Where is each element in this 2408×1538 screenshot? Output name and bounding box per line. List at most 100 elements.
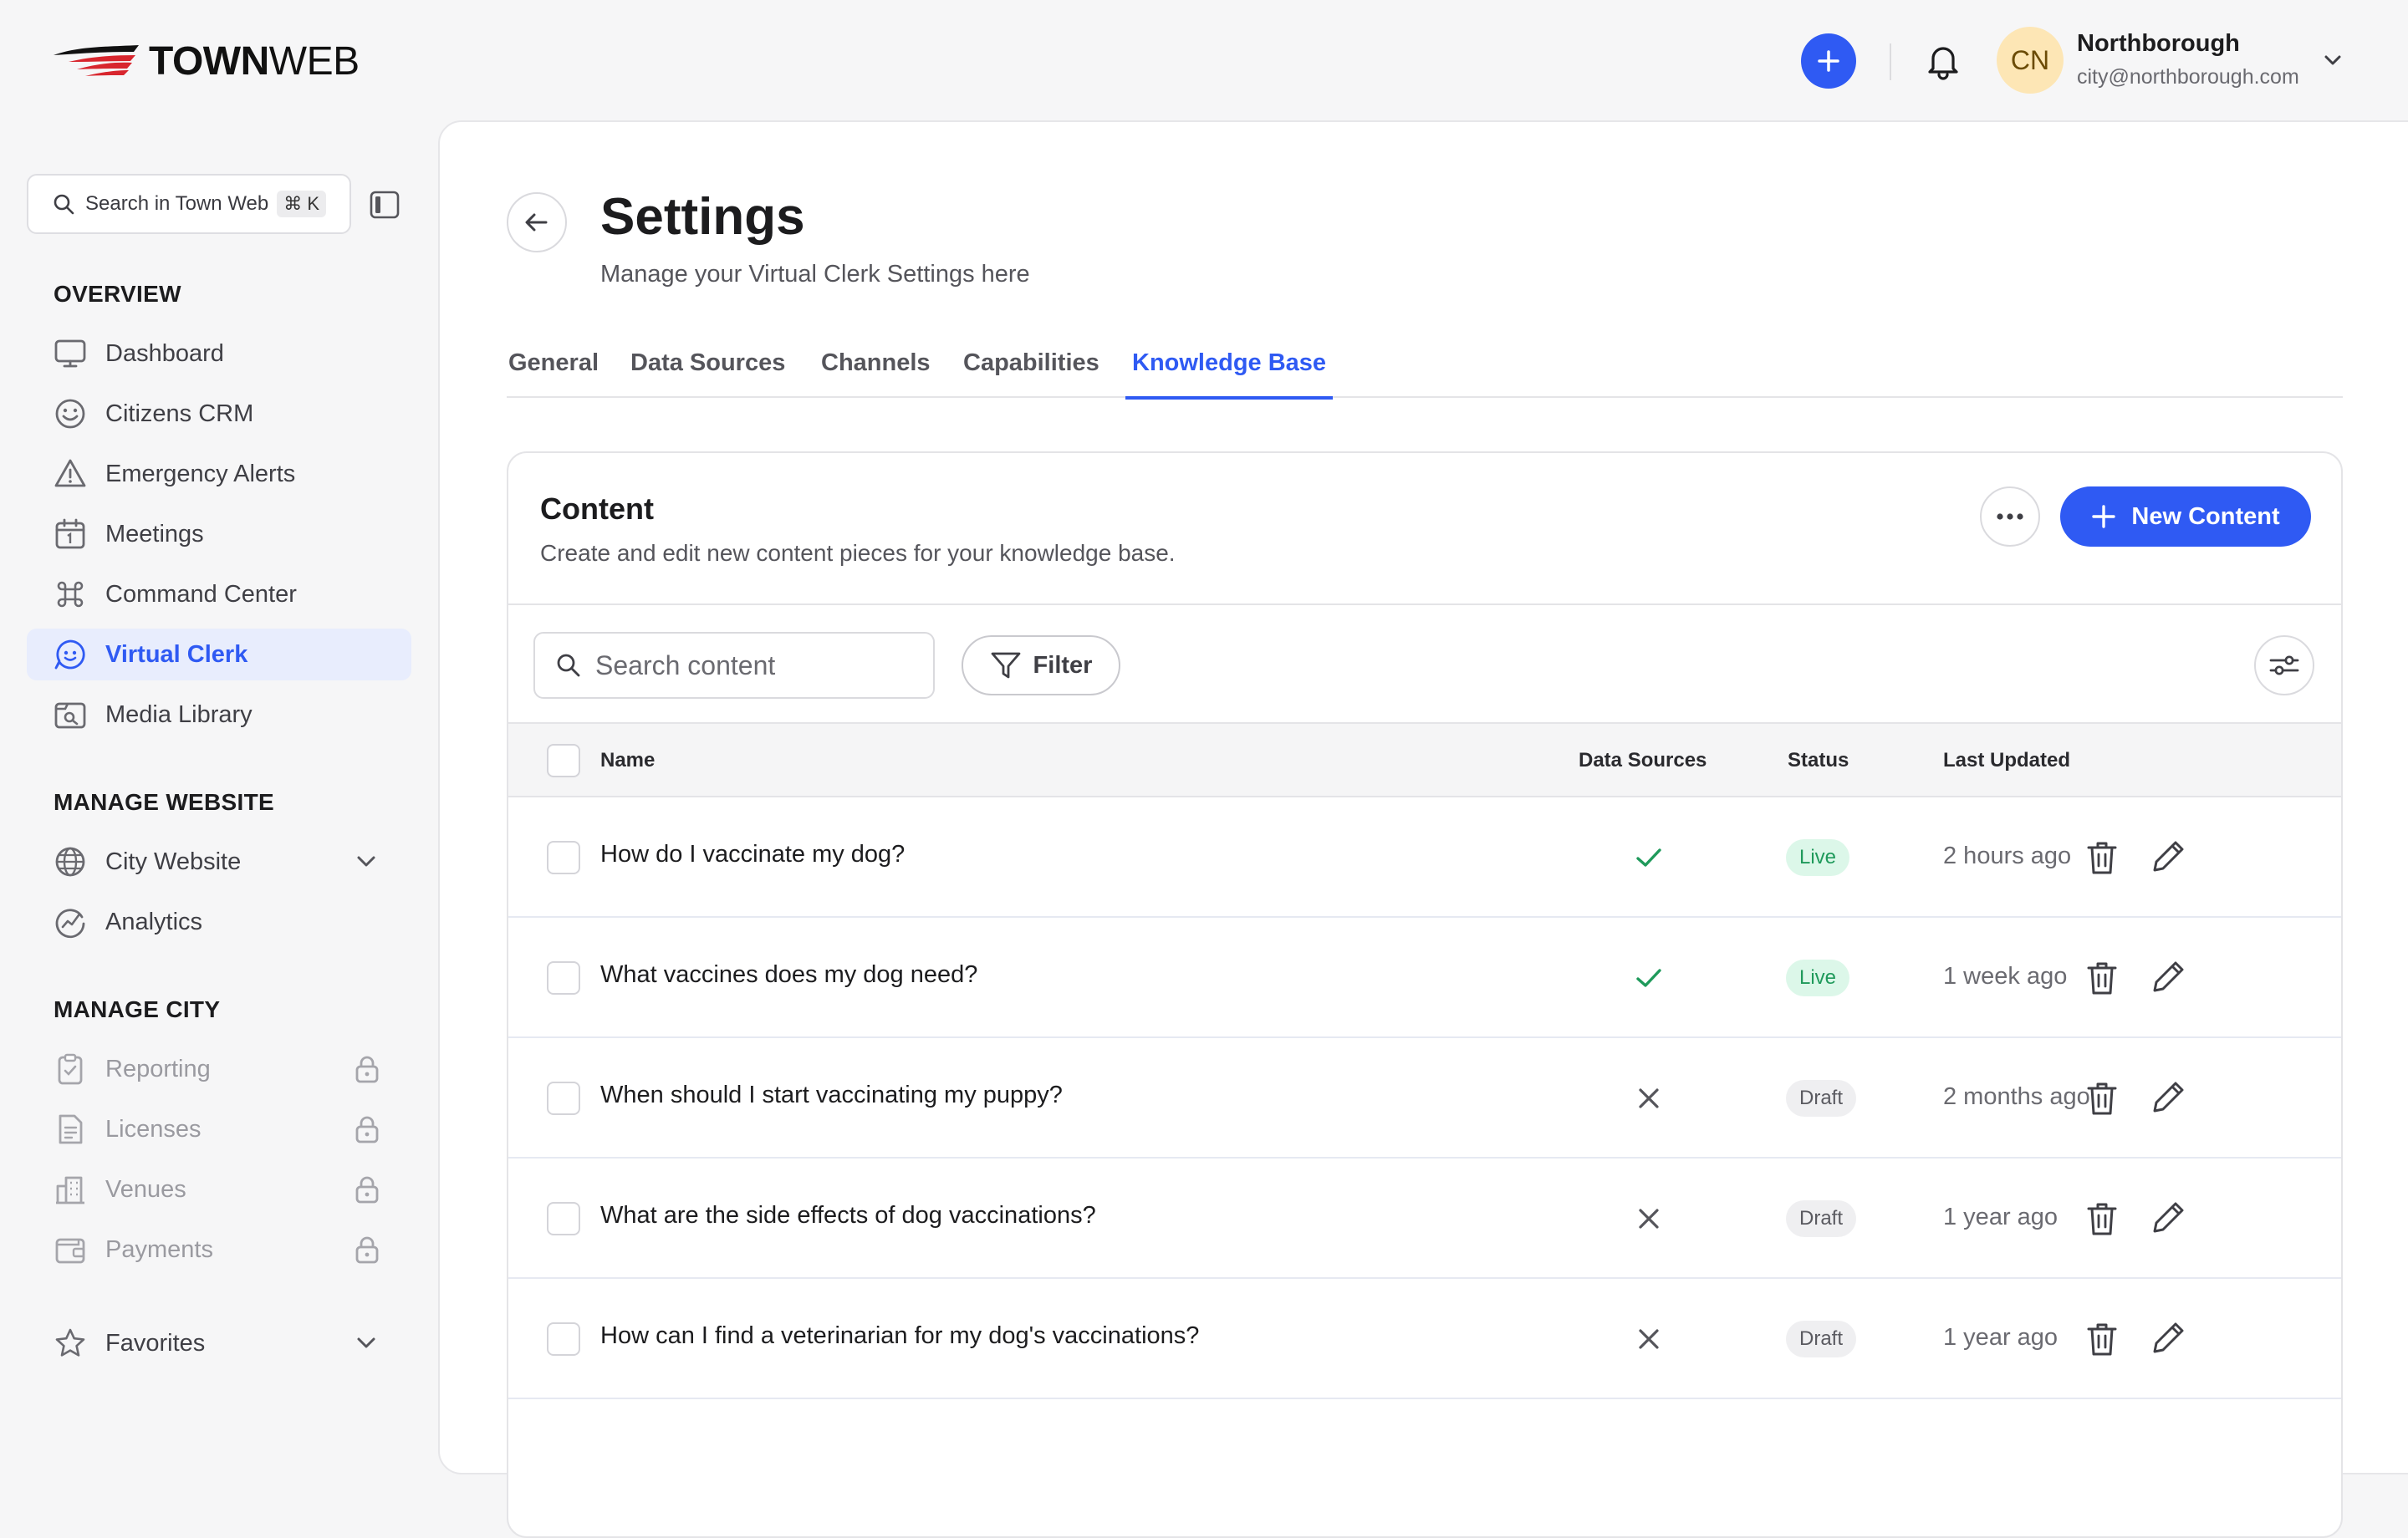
filter-button[interactable]: Filter <box>962 635 1120 695</box>
row-updated: 1 year ago <box>1943 1204 2059 1230</box>
row-checkbox[interactable] <box>547 1202 580 1235</box>
tab-capabilities[interactable]: Capabilities <box>963 344 1099 398</box>
collapse-sidebar-button[interactable] <box>370 191 400 219</box>
sidebar-item-label: Meetings <box>105 520 204 547</box>
row-name[interactable]: What vaccines does my dog need? <box>600 961 977 989</box>
table-row[interactable]: How do I vaccinate my dog? Live 2 hours … <box>508 797 2341 918</box>
notifications-button[interactable] <box>1923 40 1963 80</box>
clipboard-check-icon <box>54 1052 87 1086</box>
row-checkbox[interactable] <box>547 961 580 995</box>
pencil-icon[interactable] <box>2150 1319 2187 1356</box>
row-updated: 2 months ago <box>1943 1083 2090 1110</box>
new-content-label: New Content <box>2131 502 2280 530</box>
content-search[interactable] <box>533 632 935 699</box>
sidebar-item-meetings[interactable]: Meetings <box>27 508 411 560</box>
row-name[interactable]: When should I start vaccinating my puppy… <box>600 1082 1063 1109</box>
sidebar-item-city-website[interactable]: City Website <box>27 836 411 888</box>
search-shortcut: ⌘ K <box>277 191 327 217</box>
page-title: Settings <box>600 188 805 246</box>
sidebar-item-venues[interactable]: Venues <box>27 1164 411 1215</box>
row-name[interactable]: How can I find a veterinarian for my dog… <box>600 1322 1199 1350</box>
org-name[interactable]: Northborough <box>2077 30 2240 58</box>
row-name[interactable]: What are the side effects of dog vaccina… <box>600 1202 1096 1230</box>
table-row[interactable]: What are the side effects of dog vaccina… <box>508 1159 2341 1279</box>
arrow-left-icon <box>523 208 551 237</box>
sidebar-item-favorites[interactable]: Favorites <box>27 1317 411 1369</box>
check-icon <box>1634 843 1664 873</box>
trash-icon[interactable] <box>2085 960 2119 996</box>
select-all-checkbox[interactable] <box>547 744 580 777</box>
tab-knowledge-base[interactable]: Knowledge Base <box>1125 344 1334 400</box>
sidebar-item-label: Licenses <box>105 1115 202 1143</box>
back-button[interactable] <box>507 192 567 252</box>
sidebar-item-label: Virtual Clerk <box>105 640 248 668</box>
sidebar-item-label: Emergency Alerts <box>105 460 296 487</box>
wallet-icon <box>54 1233 87 1266</box>
sidebar-item-virtual-clerk[interactable]: Virtual Clerk <box>27 629 411 680</box>
row-checkbox[interactable] <box>547 1322 580 1356</box>
quick-add-button[interactable] <box>1801 33 1856 89</box>
column-settings-button[interactable] <box>2254 635 2314 695</box>
sidebar-search-placeholder: Search in Town Web <box>85 192 269 215</box>
more-horizontal-icon <box>1996 512 2024 521</box>
x-icon <box>1634 1324 1664 1354</box>
column-data-sources[interactable]: Data Sources <box>1579 749 1707 772</box>
content-title: Content <box>540 491 654 526</box>
status-badge: Draft <box>1786 1080 1857 1117</box>
pencil-icon[interactable] <box>2150 838 2187 874</box>
chevron-down-icon <box>2321 48 2344 72</box>
sidebar-item-dashboard[interactable]: Dashboard <box>27 328 411 379</box>
table-row[interactable]: How can I find a veterinarian for my dog… <box>508 1279 2341 1399</box>
avatar[interactable]: CN <box>1997 27 2064 94</box>
row-checkbox[interactable] <box>547 1082 580 1115</box>
new-content-button[interactable]: New Content <box>2060 486 2311 547</box>
sidebar-item-analytics[interactable]: Analytics <box>27 896 411 948</box>
row-updated: 2 hours ago <box>1943 843 2072 869</box>
row-updated: 1 year ago <box>1943 1324 2059 1351</box>
tab-data-sources[interactable]: Data Sources <box>630 344 785 398</box>
sidebar: Search in Town Web ⌘ K OVERVIEW Dashboar… <box>0 122 435 1424</box>
content-search-input[interactable] <box>595 649 913 681</box>
sliders-icon <box>2268 652 2300 679</box>
sidebar-search[interactable]: Search in Town Web ⌘ K <box>27 174 351 234</box>
content-subtitle: Create and edit new content pieces for y… <box>540 540 1176 566</box>
sidebar-item-emergency-alerts[interactable]: Emergency Alerts <box>27 448 411 500</box>
table-row[interactable]: What vaccines does my dog need? Live 1 w… <box>508 918 2341 1038</box>
column-last-updated[interactable]: Last Updated <box>1943 749 2070 772</box>
column-status[interactable]: Status <box>1788 749 1849 772</box>
sidebar-item-citizens-crm[interactable]: Citizens CRM <box>27 388 411 440</box>
star-icon <box>54 1327 87 1360</box>
pencil-icon[interactable] <box>2150 1078 2187 1115</box>
top-bar: TOWNWEB CN Northborough city@northboroug… <box>0 0 2408 122</box>
pencil-icon[interactable] <box>2150 958 2187 995</box>
sidebar-item-payments[interactable]: Payments <box>27 1224 411 1276</box>
table-header: Name Data Sources Status Last Updated <box>508 722 2341 797</box>
more-options-button[interactable] <box>1980 486 2040 547</box>
trash-icon[interactable] <box>2085 1080 2119 1117</box>
chevron-down-icon[interactable] <box>353 848 380 874</box>
status-badge: Live <box>1786 960 1850 996</box>
row-checkbox[interactable] <box>547 841 580 874</box>
sidebar-item-command-center[interactable]: Command Center <box>27 568 411 620</box>
sidebar-panel-icon <box>370 191 400 219</box>
sidebar-item-label: Media Library <box>105 700 253 728</box>
sidebar-item-licenses[interactable]: Licenses <box>27 1103 411 1155</box>
sidebar-item-label: Command Center <box>105 580 297 608</box>
townweb-logo[interactable]: TOWNWEB <box>52 38 360 84</box>
trash-icon[interactable] <box>2085 839 2119 876</box>
pencil-icon[interactable] <box>2150 1199 2187 1235</box>
sidebar-item-media-library[interactable]: Media Library <box>27 689 411 741</box>
account-menu-button[interactable] <box>2321 48 2344 72</box>
tab-general[interactable]: General <box>508 344 599 398</box>
trash-icon[interactable] <box>2085 1200 2119 1237</box>
trash-icon[interactable] <box>2085 1321 2119 1357</box>
sidebar-item-reporting[interactable]: Reporting <box>27 1043 411 1095</box>
filter-label: Filter <box>1033 651 1093 679</box>
tab-channels[interactable]: Channels <box>821 344 931 398</box>
plus-icon <box>2091 504 2116 529</box>
row-name[interactable]: How do I vaccinate my dog? <box>600 841 905 868</box>
chevron-down-icon[interactable] <box>353 1329 380 1356</box>
table-row[interactable]: When should I start vaccinating my puppy… <box>508 1038 2341 1159</box>
settings-tabs: General Data Sources Channels Capabiliti… <box>507 344 2343 400</box>
column-name[interactable]: Name <box>600 749 655 772</box>
